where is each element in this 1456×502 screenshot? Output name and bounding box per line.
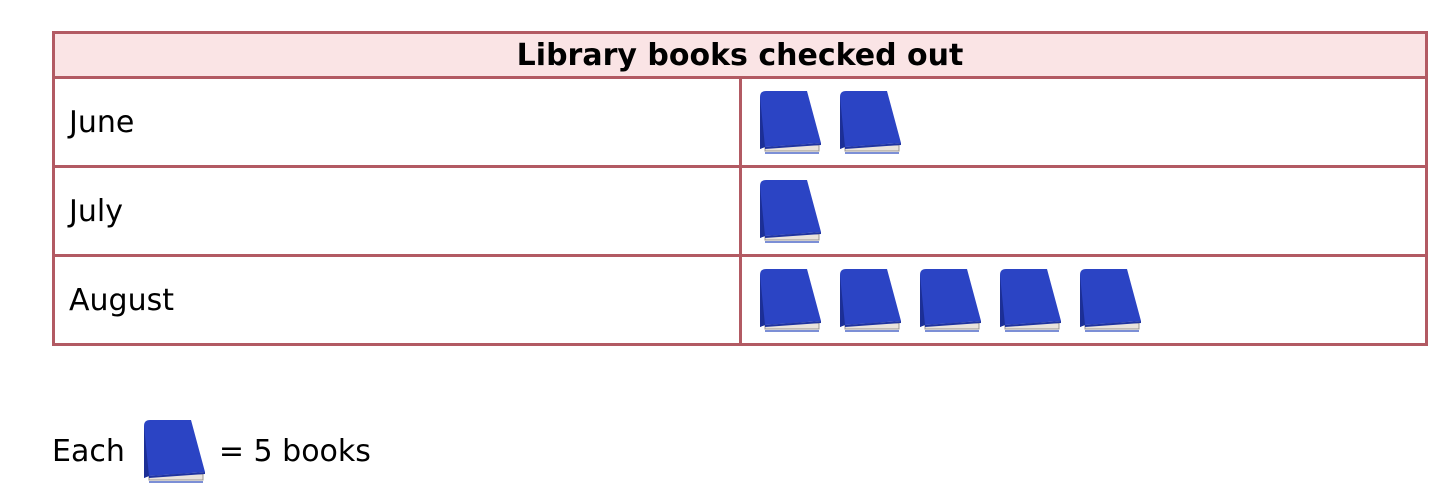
icon-cell [738, 254, 1428, 346]
icon-row [755, 257, 1426, 343]
table-row: August [52, 254, 1428, 346]
book-icon [755, 87, 823, 157]
row-label: June [52, 76, 742, 168]
icon-row [755, 79, 1426, 165]
book-icon [755, 265, 823, 335]
key-prefix: Each [52, 433, 125, 469]
icon-row [755, 168, 1426, 254]
table-row: June [52, 76, 1428, 168]
pictograph-table: Library books checked out June July Augu… [52, 31, 1428, 346]
row-label: August [52, 254, 742, 346]
row-label: July [52, 165, 742, 257]
chart-title: Library books checked out [52, 31, 1428, 79]
icon-cell [738, 165, 1428, 257]
legend-key: Each = 5 books [52, 414, 371, 488]
title-row: Library books checked out [52, 31, 1428, 79]
key-suffix: = 5 books [218, 433, 371, 469]
book-icon [835, 87, 903, 157]
book-icon [835, 265, 903, 335]
book-icon [995, 265, 1063, 335]
icon-cell [738, 76, 1428, 168]
key-book-icon [139, 416, 207, 486]
table-row: July [52, 165, 1428, 257]
book-icon [915, 265, 983, 335]
book-icon [755, 176, 823, 246]
book-icon [1075, 265, 1143, 335]
